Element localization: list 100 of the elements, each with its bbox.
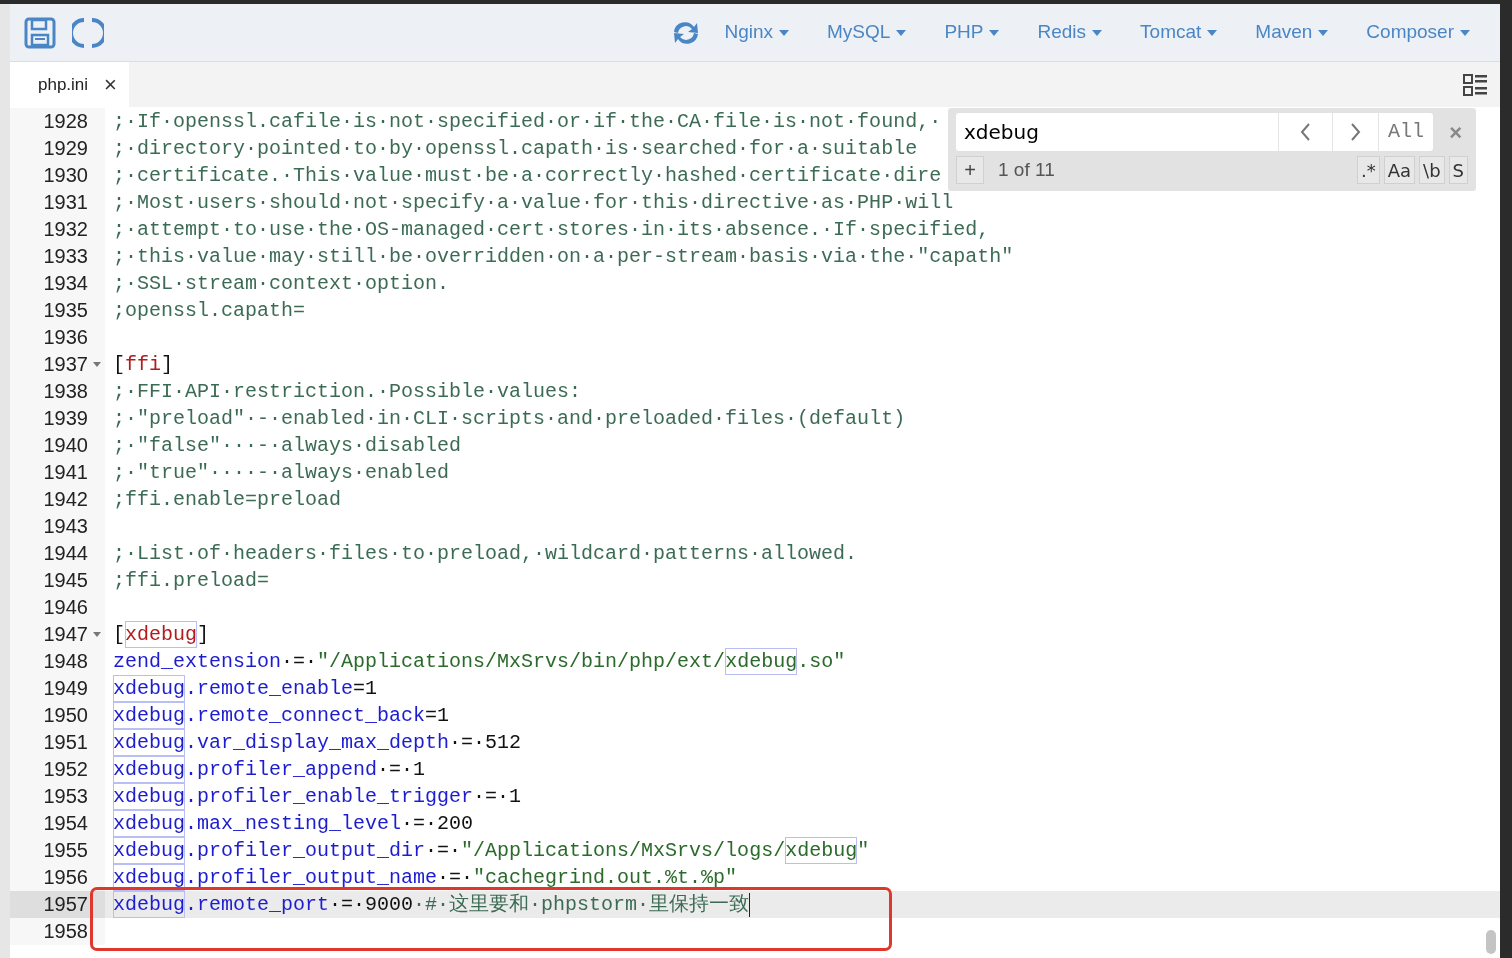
code-text: .remote_enable (185, 676, 354, 702)
save-icon[interactable] (24, 16, 56, 49)
menu-button[interactable]: Redis (1037, 18, 1119, 47)
code-text: .max_nesting_level (185, 811, 402, 837)
line-number: 1940 (43, 433, 88, 458)
code-text: ·=·1 (377, 757, 426, 783)
line-number: 1947 (43, 622, 88, 647)
line-number: 1935 (43, 298, 88, 323)
search-match: xdebug (725, 648, 798, 675)
code-comment: ;·"false"···-·always·disabled (113, 433, 462, 459)
code-text: .profiler_output_name (185, 865, 438, 891)
code-text: =1 (425, 703, 450, 729)
spinner-icon[interactable] (72, 16, 104, 49)
file-tab[interactable]: php.ini × (10, 62, 129, 107)
code-comment: ;·"preload"·-·enabled·in·CLI·scripts·and·preloaded·files·(default) (113, 406, 906, 432)
code-comment: ;·certificate.·This·value·must·be·a·correctly·hashed·certificate·dire (113, 163, 942, 189)
menu-button[interactable]: Tomcat (1140, 18, 1234, 47)
code-text: ·=· (425, 838, 462, 864)
close-button[interactable]: × (104, 68, 117, 101)
line-number: 1953 (43, 784, 88, 809)
option-toggle[interactable]: Aa (1383, 156, 1416, 185)
line-number: 1939 (43, 406, 88, 431)
fold-icon[interactable] (93, 362, 101, 367)
add-button[interactable]: + (956, 156, 984, 185)
line-number: 1946 (43, 595, 88, 620)
code-comment: ;·directory·pointed·to·by·openssl.capath·is·searched·for·a·suitable (113, 136, 918, 162)
close-button[interactable]: × (1443, 114, 1468, 150)
line-number: 1958 (43, 919, 88, 944)
code-text: .profiler_output_dir (185, 838, 426, 864)
code-text: " (857, 838, 870, 864)
search-match: xdebug (113, 810, 185, 837)
line-number: 1942 (43, 487, 88, 512)
code-text: ·=·1 (473, 784, 522, 810)
code-comment: ;·List·of·headers·files·to·preload,·wildcard·patterns·allowed. (113, 541, 858, 567)
code-text: ·=· (281, 649, 318, 675)
layout-icon[interactable] (1463, 74, 1488, 96)
code-comment: ;·FFI·API·restriction.·Possible·values: (113, 379, 582, 405)
menu-button[interactable]: PHP (944, 18, 1016, 47)
menu-button[interactable]: MySQL (827, 18, 923, 47)
line-number: 1949 (43, 676, 88, 701)
search-match: xdebug (113, 702, 185, 729)
previous-button[interactable] (1278, 113, 1332, 151)
option-toggle[interactable]: S (1448, 156, 1468, 185)
caret-icon (1460, 29, 1470, 36)
fold-icon[interactable] (93, 632, 101, 637)
code-text: .remote_port (185, 892, 330, 918)
code-text: ] (161, 352, 174, 378)
option-toggle[interactable]: .* (1357, 156, 1380, 185)
search-match: xdebug (113, 756, 185, 783)
line-number: 1931 (43, 190, 88, 215)
code-text: [ (113, 622, 125, 648)
code-comment: ;·SSL·stream·context·option. (113, 271, 450, 297)
next-button[interactable] (1331, 113, 1378, 151)
code-comment: ·#·这里要和·phpstorm·里保持一致 (413, 892, 750, 918)
line-number: 1928 (43, 109, 88, 134)
code-comment: ;·this·value·may·still·be·overridden·on·a·per-stream·basis·via·the·"capath" (113, 244, 1014, 270)
code-text: .remote_connect_back (185, 703, 426, 729)
find-all-button[interactable]: All (1377, 113, 1434, 151)
scrollbar-thumb[interactable] (1486, 930, 1496, 954)
line-number: 1945 (43, 568, 88, 593)
search-match: xdebug (113, 729, 185, 756)
line-number: 1941 (43, 460, 88, 485)
search-match: xdebug (113, 675, 185, 702)
code-comment: ;·Most·users·should·not·specify·a·value·for·this·directive·as·PHP·will (113, 190, 954, 216)
line-number: 1948 (43, 649, 88, 674)
menu-button[interactable]: Maven (1255, 18, 1345, 47)
line-number: 1954 (43, 811, 88, 836)
option-toggle[interactable]: \b (1419, 156, 1445, 185)
code-text: .var_display_max_depth (185, 730, 450, 756)
code-comment: ;·attempt·to·use·the·OS-managed·cert·stores·in·its·absence.·If·specified, (113, 217, 990, 243)
line-number: 1944 (43, 541, 88, 566)
chevron-right-icon (1349, 123, 1361, 141)
menu-button[interactable]: Composer (1366, 18, 1486, 47)
caret-icon (896, 29, 907, 36)
caret-icon (989, 29, 1000, 36)
code-text: "/Applications/MxSrvs/logs/ (461, 838, 786, 864)
line-number: 1950 (43, 703, 88, 728)
code-comment: ;openssl.capath= (113, 298, 306, 324)
code-text: ·=·512 (449, 730, 522, 756)
code-text: ] (197, 622, 210, 648)
chevron-left-icon (1299, 123, 1311, 141)
code-text: [ (113, 352, 125, 378)
search-match: xdebug (113, 837, 185, 864)
menu-button[interactable]: Nginx (724, 18, 806, 47)
search-field[interactable]: xdebug (956, 113, 1278, 151)
code-comment: ;ffi.enable=preload (113, 487, 342, 513)
text-cursor (749, 892, 751, 917)
search-match: xdebug (125, 621, 198, 648)
line-number: 1930 (43, 163, 88, 188)
line-number: 1932 (43, 217, 88, 242)
line-number: 1937 (43, 352, 88, 377)
code-text: ·=· (437, 865, 474, 891)
line-number: 1943 (43, 514, 88, 539)
caret-icon (1092, 29, 1103, 36)
code-comment: ;·If·openssl.cafile·is·not·specified·or·if·the·CA·file·is·not·found,· (113, 109, 942, 135)
code-text: ffi (125, 352, 162, 378)
code-text: zend_extension (113, 649, 282, 675)
code-text: .so" (797, 649, 846, 675)
search-match: xdebug (113, 891, 185, 918)
line-number: 1951 (43, 730, 88, 755)
